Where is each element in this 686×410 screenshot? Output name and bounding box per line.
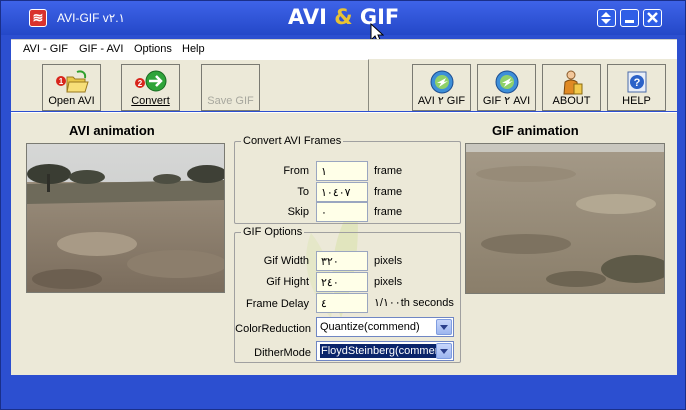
- convert-label: Convert: [131, 95, 170, 107]
- color-reduction-label: ColorReduction: [235, 323, 311, 335]
- avi-to-gif-label: AVI ۲ GIF: [417, 95, 466, 107]
- gif-height-label: Gif Hight: [266, 276, 309, 288]
- help-arrows-button[interactable]: [597, 9, 616, 27]
- about-button[interactable]: ABOUT: [542, 64, 601, 111]
- svg-text:1: 1: [58, 77, 63, 86]
- help-button[interactable]: ? HELP: [607, 64, 666, 111]
- avi-to-gif-button[interactable]: AVI ۲ GIF: [412, 64, 471, 111]
- save-gif-label: Save GIF: [207, 95, 254, 107]
- to-unit: frame: [374, 186, 403, 198]
- to-label: To: [297, 186, 309, 198]
- dither-mode-value: FloydSteinberg(commend): [320, 344, 436, 358]
- gif-height-unit: pixels: [374, 276, 403, 288]
- minimize-icon: [625, 20, 634, 23]
- gif-preview-image: [465, 143, 665, 294]
- save-gif-button[interactable]: Save GIF: [201, 64, 260, 111]
- gif-to-avi-icon: [495, 70, 518, 94]
- avi-caption: AVI animation: [69, 123, 155, 138]
- skip-unit: frame: [374, 206, 403, 218]
- open-avi-label: Open AVI: [48, 95, 95, 107]
- gif-width-field[interactable]: ۳۲۰: [316, 251, 368, 271]
- gif-caption: GIF animation: [492, 123, 579, 138]
- convert-frames-legend: Convert AVI Frames: [243, 135, 342, 147]
- frame-delay-unit: ۱/۱۰۰th seconds: [374, 297, 454, 309]
- green-arrow-icon: 2: [134, 70, 166, 92]
- svg-text:2: 2: [137, 79, 142, 88]
- from-field[interactable]: ۱: [316, 161, 368, 181]
- color-reduction-value: Quantize(commend): [320, 321, 420, 333]
- menu-gif-avi[interactable]: GIF - AVI: [79, 43, 123, 55]
- gif-width-unit: pixels: [374, 255, 403, 267]
- frame-delay-label: Frame Delay: [246, 298, 309, 310]
- gif-to-avi-button[interactable]: GIF ۲ AVI: [477, 64, 536, 111]
- open-folder-icon: 1: [55, 70, 89, 93]
- window-title: AVI-GIF v۲.۱: [57, 11, 126, 25]
- skip-label: Skip: [287, 206, 309, 218]
- help-label: HELP: [622, 95, 651, 107]
- to-field[interactable]: ۱۰٤۰۷: [316, 182, 368, 202]
- avi-to-gif-icon: [430, 70, 453, 94]
- app-window: ≋ AVI-GIF v۲.۱ AVI & GIF AVI - GIF GIF -…: [0, 0, 686, 410]
- desert-plain-image: [466, 144, 664, 293]
- toolbar: 1 Open AVI 2 Convert Save GIF AVI ۲ GIF …: [11, 59, 677, 111]
- menu-help[interactable]: Help: [182, 43, 205, 55]
- close-icon: [647, 12, 658, 23]
- svg-text:?: ?: [633, 77, 640, 89]
- person-icon: [562, 70, 582, 95]
- dither-mode-label: DitherMode: [254, 347, 311, 359]
- desert-landscape-image: [27, 144, 224, 292]
- menu-options[interactable]: Options: [134, 43, 172, 55]
- menu-avi-gif[interactable]: AVI - GIF: [23, 43, 68, 55]
- skip-field[interactable]: ۰: [316, 202, 368, 222]
- chevron-down-icon[interactable]: [436, 343, 452, 359]
- main-panel: AVI animation GIF animation Convert AVI …: [11, 112, 677, 375]
- gif-to-avi-label: GIF ۲ AVI: [482, 95, 531, 107]
- minimize-button[interactable]: [620, 9, 639, 27]
- brand-ampersand: &: [334, 5, 353, 29]
- from-unit: frame: [374, 165, 403, 177]
- open-avi-button[interactable]: 1 Open AVI: [42, 64, 101, 111]
- color-reduction-select[interactable]: Quantize(commend): [316, 317, 454, 337]
- title-bar[interactable]: ≋ AVI-GIF v۲.۱ AVI & GIF: [1, 1, 685, 44]
- menu-bar: AVI - GIF GIF - AVI Options Help: [11, 39, 677, 59]
- chevron-down-icon[interactable]: [436, 319, 452, 335]
- up-down-arrows-icon: [601, 12, 611, 24]
- help-icon: ?: [627, 71, 646, 93]
- brand-avi: AVI: [288, 5, 327, 29]
- app-icon[interactable]: ≋: [29, 9, 47, 27]
- avi-preview-image: [26, 143, 225, 293]
- gif-width-label: Gif Width: [263, 255, 309, 267]
- about-label: ABOUT: [552, 95, 591, 107]
- convert-button[interactable]: 2 Convert: [121, 64, 180, 111]
- from-label: From: [283, 165, 309, 177]
- gif-height-field[interactable]: ۲٤۰: [316, 272, 368, 292]
- gif-options-legend: GIF Options: [243, 226, 303, 238]
- dither-mode-select[interactable]: FloydSteinberg(commend): [316, 341, 454, 361]
- frame-delay-field[interactable]: ٤: [316, 293, 368, 313]
- close-button[interactable]: [643, 9, 662, 27]
